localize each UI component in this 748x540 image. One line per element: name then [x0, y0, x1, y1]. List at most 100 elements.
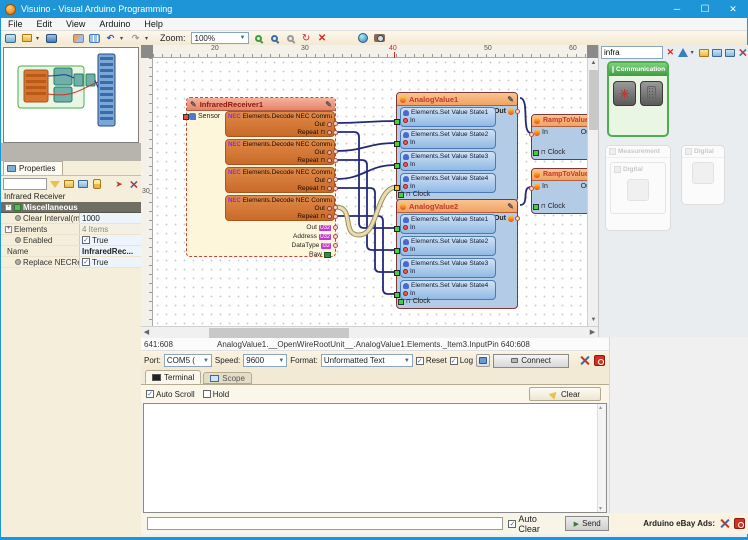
collapse-icon[interactable]: - [5, 204, 12, 211]
tools-icon[interactable] [127, 178, 139, 190]
out-pin[interactable] [327, 178, 332, 183]
pin-connector[interactable] [333, 177, 338, 182]
av-element-state1[interactable]: Elements.Set Value State1 In [400, 214, 496, 234]
pin-raw[interactable]: Raw [221, 250, 331, 259]
edit-tool-icon[interactable]: ✎ [507, 95, 514, 104]
category-header[interactable]: Communication [609, 63, 667, 76]
pin-out[interactable]: OutU32 [221, 223, 331, 232]
palette-subcategory-digital[interactable]: Digital [610, 162, 666, 214]
pin-connector[interactable] [333, 121, 338, 126]
design-canvas[interactable]: ✎ InfraredReceiver1 ✎ Sensor NECElements… [153, 58, 587, 326]
clock-pin[interactable] [533, 204, 539, 210]
property-row-enabled[interactable]: Enabled True [1, 235, 141, 246]
filter-icon[interactable] [49, 178, 61, 190]
pin-address[interactable]: AddressU32 [221, 232, 331, 241]
clear-button[interactable]: Clear [529, 387, 601, 401]
in-pin[interactable] [394, 141, 400, 147]
scrollbar-thumb[interactable] [589, 70, 598, 130]
auto-scroll-checkbox[interactable]: Auto Scroll [146, 390, 195, 399]
folder-down-icon[interactable] [724, 47, 735, 59]
repeat-pin[interactable] [327, 158, 332, 163]
clear-search-icon[interactable]: ✕ [665, 47, 676, 59]
new-project-button[interactable] [4, 32, 17, 44]
canvas-vertical-scrollbar[interactable]: ▲ ▼ [587, 58, 598, 326]
property-category-row[interactable]: -Miscellaneous [1, 202, 141, 213]
block-analog-value2[interactable]: AnalogValue2 ✎ Out Elements.Set Value St… [396, 199, 518, 309]
speed-select[interactable]: 9600▼ [243, 354, 287, 367]
checkbox-checked-icon[interactable] [508, 520, 516, 528]
log-checkbox[interactable]: Log [450, 356, 473, 365]
av-element-state2[interactable]: Elements.Set Value State2 In [400, 129, 496, 149]
dropdown-icon[interactable]: ▼ [402, 358, 412, 364]
redo-button[interactable]: ↷ [129, 32, 142, 44]
layout-panels-button[interactable] [72, 32, 85, 44]
ir-element-command4[interactable]: NECElements.Decode NEC Command4 Out Repe… [225, 195, 335, 221]
in-pin[interactable] [394, 248, 400, 254]
folder-up-icon[interactable] [711, 47, 722, 59]
tab-properties[interactable]: Properties [3, 161, 63, 175]
undo-dropdown-icon[interactable]: ▾ [120, 35, 126, 42]
output-scrollbar[interactable] [597, 404, 606, 512]
undo-button[interactable]: ↶ [104, 32, 117, 44]
open-dropdown-icon[interactable]: ▾ [36, 35, 42, 42]
auto-clear-checkbox[interactable]: Auto Clear [508, 514, 560, 534]
zoom-in-button[interactable] [252, 32, 265, 44]
pin-connector[interactable] [333, 214, 338, 219]
av-element-state4[interactable]: Elements.Set Value State4 In [400, 173, 496, 193]
clock-pin-row[interactable]: ⊓ Clock [533, 203, 565, 210]
pin-connector[interactable] [529, 186, 534, 191]
pin-connector[interactable] [333, 158, 338, 163]
send-button[interactable]: ▶Send [565, 516, 609, 531]
checkbox-checked-icon[interactable] [82, 258, 90, 266]
palette-category-communication[interactable]: Communication ✳ [607, 61, 669, 137]
maximize-button[interactable] [691, 0, 719, 18]
block-header[interactable]: RampToValue [532, 169, 587, 181]
av-element-state4[interactable]: Elements.Set Value State4 In [400, 280, 496, 300]
overview-minimap[interactable] [3, 47, 139, 143]
ads-close-icon[interactable] [734, 518, 745, 529]
save-button[interactable] [45, 32, 58, 44]
close-button[interactable] [719, 0, 747, 18]
tab-scope[interactable]: Scope [203, 372, 252, 384]
block-infrared-receiver[interactable]: ✎ InfraredReceiver1 ✎ Sensor NECElements… [186, 97, 336, 257]
edit-tool-icon[interactable]: ✎ [325, 100, 332, 109]
palette-category-measurement[interactable]: Measurement Digital [605, 145, 671, 231]
block-ramp-to-value1[interactable]: RampToValue In Out ⊓ Clock [531, 114, 587, 160]
sort-mode-icon[interactable] [91, 178, 103, 190]
dropdown-icon[interactable]: ▼ [201, 358, 211, 364]
wizard-icon[interactable] [678, 47, 689, 59]
delete-button[interactable]: ✕ [316, 32, 329, 44]
component-search-input[interactable] [601, 46, 663, 59]
ads-tools-icon[interactable] [719, 518, 730, 529]
repeat-pin[interactable] [327, 130, 332, 135]
pin-connector[interactable] [333, 149, 338, 154]
av-element-state3[interactable]: Elements.Set Value State3 In [400, 151, 496, 171]
pin-connector[interactable] [529, 132, 534, 137]
property-row-name[interactable]: Name InfraredRec... [1, 246, 141, 257]
property-value[interactable]: 1000 [82, 214, 100, 223]
edit-tool-icon[interactable]: ✎ [507, 202, 514, 211]
panel-splitter[interactable] [1, 143, 141, 161]
menu-edit[interactable]: Edit [30, 19, 60, 29]
property-filter-input[interactable] [3, 178, 47, 190]
ir-element-command3[interactable]: NECElements.Decode NEC Command3 Out Repe… [225, 167, 335, 193]
help-button[interactable] [357, 32, 370, 44]
wizard-dropdown-icon[interactable]: ▾ [691, 49, 697, 56]
pin-connector[interactable] [333, 243, 338, 248]
block-ramp-to-value2[interactable]: RampToValue In Out ⊓ Clock [531, 168, 587, 214]
out-pin[interactable] [327, 122, 332, 127]
open-log-button[interactable] [476, 354, 490, 367]
add-category-icon[interactable] [699, 47, 710, 59]
clock-pin-row[interactable]: ⊓ Clock [533, 149, 565, 156]
palette-category-digital[interactable]: Digital [681, 145, 725, 205]
port-select[interactable]: COM5 (▼ [164, 354, 212, 367]
pin-connector[interactable] [515, 216, 520, 221]
repeat-pin[interactable] [327, 214, 332, 219]
connect-button[interactable]: Connect [493, 354, 569, 368]
pin-properties-icon[interactable]: ➤ [113, 178, 125, 190]
pin-connector[interactable] [333, 234, 338, 239]
reset-checkbox[interactable]: Reset [416, 356, 447, 365]
hold-checkbox[interactable]: Hold [203, 390, 229, 399]
av-element-state2[interactable]: Elements.Set Value State2 In [400, 236, 496, 256]
format-select[interactable]: Unformatted Text▼ [321, 354, 413, 367]
